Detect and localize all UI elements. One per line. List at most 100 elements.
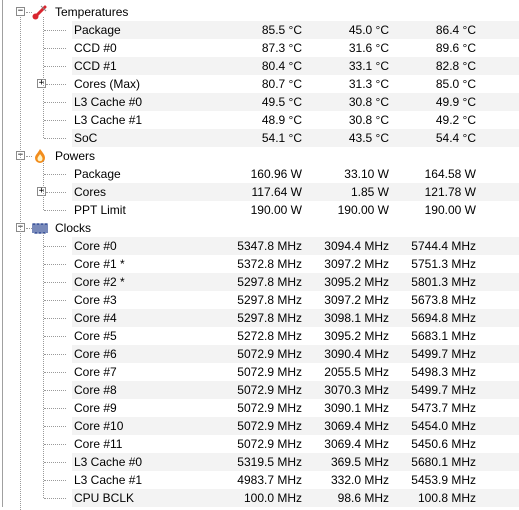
tree-connector	[44, 408, 66, 409]
sensor-row[interactable]: L3 Cache #1 48.9 °C 30.8 °C 49.2 °C	[0, 111, 519, 129]
sensor-label: CCD #0	[74, 41, 117, 55]
sensor-row[interactable]: Core #9 5072.9 MHz 3090.1 MHz 5473.7 MHz	[0, 399, 519, 417]
current-value: 5072.9 MHz	[237, 401, 302, 415]
sensor-row[interactable]: Core #2 * 5297.8 MHz 3095.2 MHz 5801.3 MHz	[0, 273, 519, 291]
maximum-value: 5450.6 MHz	[411, 437, 476, 451]
minimum-value: 30.8 °C	[348, 95, 389, 109]
tree-connector	[44, 264, 66, 265]
minimum-value: 3095.2 MHz	[324, 275, 389, 289]
sensor-row[interactable]: Core #0 5347.8 MHz 3094.4 MHz 5744.4 MHz	[0, 237, 519, 255]
maximum-value: 5473.7 MHz	[411, 401, 476, 415]
tree-connector	[46, 192, 66, 193]
sensor-label: Core #2 *	[74, 275, 125, 289]
maximum-value: 5751.3 MHz	[411, 257, 476, 271]
sensor-row[interactable]: Core #7 5072.9 MHz 2055.5 MHz 5498.3 MHz	[0, 363, 519, 381]
minimum-value: 45.0 °C	[348, 23, 389, 37]
sensor-label: Core #5	[74, 329, 117, 343]
sensor-row[interactable]: SoC 54.1 °C 43.5 °C 54.4 °C	[0, 129, 519, 147]
sensor-label: L3 Cache #1	[74, 473, 143, 487]
current-value: 87.3 °C	[261, 41, 302, 55]
group-temperatures[interactable]: − Temperatures	[0, 3, 519, 21]
sensor-row[interactable]: Core #6 5072.9 MHz 3090.4 MHz 5499.7 MHz	[0, 345, 519, 363]
tree-trunk	[43, 161, 44, 210]
maximum-value: 5499.7 MHz	[411, 383, 476, 397]
current-value: 5297.8 MHz	[237, 275, 302, 289]
sensor-row[interactable]: CCD #1 80.4 °C 33.1 °C 82.8 °C	[0, 57, 519, 75]
sensor-label: Package	[74, 23, 121, 37]
sensor-row[interactable]: Core #5 5272.8 MHz 3095.2 MHz 5683.1 MHz	[0, 327, 519, 345]
tree-connector	[44, 372, 66, 373]
current-value: 4983.7 MHz	[237, 473, 302, 487]
current-value: 5372.8 MHz	[237, 257, 302, 271]
expand-row-button[interactable]: +	[37, 79, 46, 88]
maximum-value: 82.8 °C	[435, 59, 476, 73]
current-value: 48.9 °C	[261, 113, 302, 127]
sensor-label: Core #4	[74, 311, 117, 325]
collapse-temperatures-button[interactable]: −	[16, 7, 25, 16]
current-value: 80.4 °C	[261, 59, 302, 73]
tree-connector	[44, 300, 66, 301]
group-label-powers: Powers	[55, 149, 96, 163]
maximum-value: 190.00 W	[424, 203, 476, 217]
maximum-value: 89.6 °C	[435, 41, 476, 55]
tree-trunk	[43, 17, 44, 138]
minimum-value: 332.0 MHz	[330, 473, 389, 487]
tree-connector	[44, 282, 66, 283]
maximum-value: 49.2 °C	[435, 113, 476, 127]
maximum-value: 54.4 °C	[435, 131, 476, 145]
tree-connector	[44, 30, 66, 31]
sensor-label: CPU BCLK	[74, 491, 135, 505]
sensor-row[interactable]: + Cores (Max) 80.7 °C 31.3 °C 85.0 °C	[0, 75, 519, 93]
sensor-row[interactable]: Core #11 5072.9 MHz 3069.4 MHz 5450.6 MHz	[0, 435, 519, 453]
sensor-row[interactable]: Core #4 5297.8 MHz 3098.1 MHz 5694.8 MHz	[0, 309, 519, 327]
minimum-value: 3090.4 MHz	[324, 347, 389, 361]
minimum-value: 98.6 MHz	[337, 491, 389, 505]
minimum-value: 30.8 °C	[348, 113, 389, 127]
sensor-row[interactable]: + Cores 117.64 W 1.85 W 121.78 W	[0, 183, 519, 201]
sensor-row[interactable]: Package 160.96 W 33.10 W 164.58 W	[0, 165, 519, 183]
sensor-row[interactable]: Core #3 5297.8 MHz 3097.2 MHz 5673.8 MHz	[0, 291, 519, 309]
current-value: 5297.8 MHz	[237, 293, 302, 307]
sensor-row[interactable]: L3 Cache #0 5319.5 MHz 369.5 MHz 5680.1 MHz	[0, 453, 519, 471]
flame-icon	[32, 148, 48, 164]
group-clocks[interactable]: − Clocks	[0, 219, 519, 237]
tree-connector	[44, 66, 66, 67]
minimum-value: 3069.4 MHz	[324, 419, 389, 433]
sensor-row[interactable]: Package 85.5 °C 45.0 °C 86.4 °C	[0, 21, 519, 39]
tree-connector	[44, 210, 66, 211]
tree-connector	[44, 444, 66, 445]
sensor-label: Core #6	[74, 347, 117, 361]
sensor-row[interactable]: CCD #0 87.3 °C 31.6 °C 89.6 °C	[0, 39, 519, 57]
minimum-value: 33.10 W	[344, 167, 389, 181]
tree-connector	[44, 426, 66, 427]
group-powers[interactable]: − Powers	[0, 147, 519, 165]
minimum-value: 369.5 MHz	[330, 455, 389, 469]
sensor-label: Core #10	[74, 419, 124, 433]
sensor-row[interactable]: Core #1 * 5372.8 MHz 3097.2 MHz 5751.3 MHz	[0, 255, 519, 273]
sensor-row[interactable]: PPT Limit 190.00 W 190.00 W 190.00 W	[0, 201, 519, 219]
minimum-value: 2055.5 MHz	[324, 365, 389, 379]
minimum-value: 31.6 °C	[348, 41, 389, 55]
tree-connector	[46, 84, 66, 85]
minimum-value: 33.1 °C	[348, 59, 389, 73]
sensor-tree[interactable]: − Temperatures Package 85.5 °C 45.0 °C 86.4 °…	[0, 3, 519, 510]
sensor-label: PPT Limit	[74, 203, 126, 217]
maximum-value: 121.78 W	[424, 185, 476, 199]
maximum-value: 164.58 W	[424, 167, 476, 181]
tree-connector	[44, 498, 66, 499]
tree-connector	[44, 102, 66, 103]
minimum-value: 43.5 °C	[348, 131, 389, 145]
current-value: 80.7 °C	[261, 77, 302, 91]
maximum-value: 5694.8 MHz	[411, 311, 476, 325]
sensor-row[interactable]: L3 Cache #1 4983.7 MHz 332.0 MHz 5453.9 MHz	[0, 471, 519, 489]
sensor-row[interactable]: L3 Cache #0 49.5 °C 30.8 °C 49.9 °C	[0, 93, 519, 111]
sensor-row[interactable]: Core #10 5072.9 MHz 3069.4 MHz 5454.0 MHz	[0, 417, 519, 435]
sensor-row[interactable]: CPU BCLK 100.0 MHz 98.6 MHz 100.8 MHz	[0, 489, 519, 507]
expand-row-button[interactable]: +	[37, 187, 46, 196]
collapse-temperatures-glyph: −	[17, 6, 24, 16]
maximum-value: 49.9 °C	[435, 95, 476, 109]
tree-trunk	[43, 233, 44, 498]
minimum-value: 3098.1 MHz	[324, 311, 389, 325]
sensor-row[interactable]: Core #8 5072.9 MHz 3070.3 MHz 5499.7 MHz	[0, 381, 519, 399]
tree-connector	[44, 120, 66, 121]
